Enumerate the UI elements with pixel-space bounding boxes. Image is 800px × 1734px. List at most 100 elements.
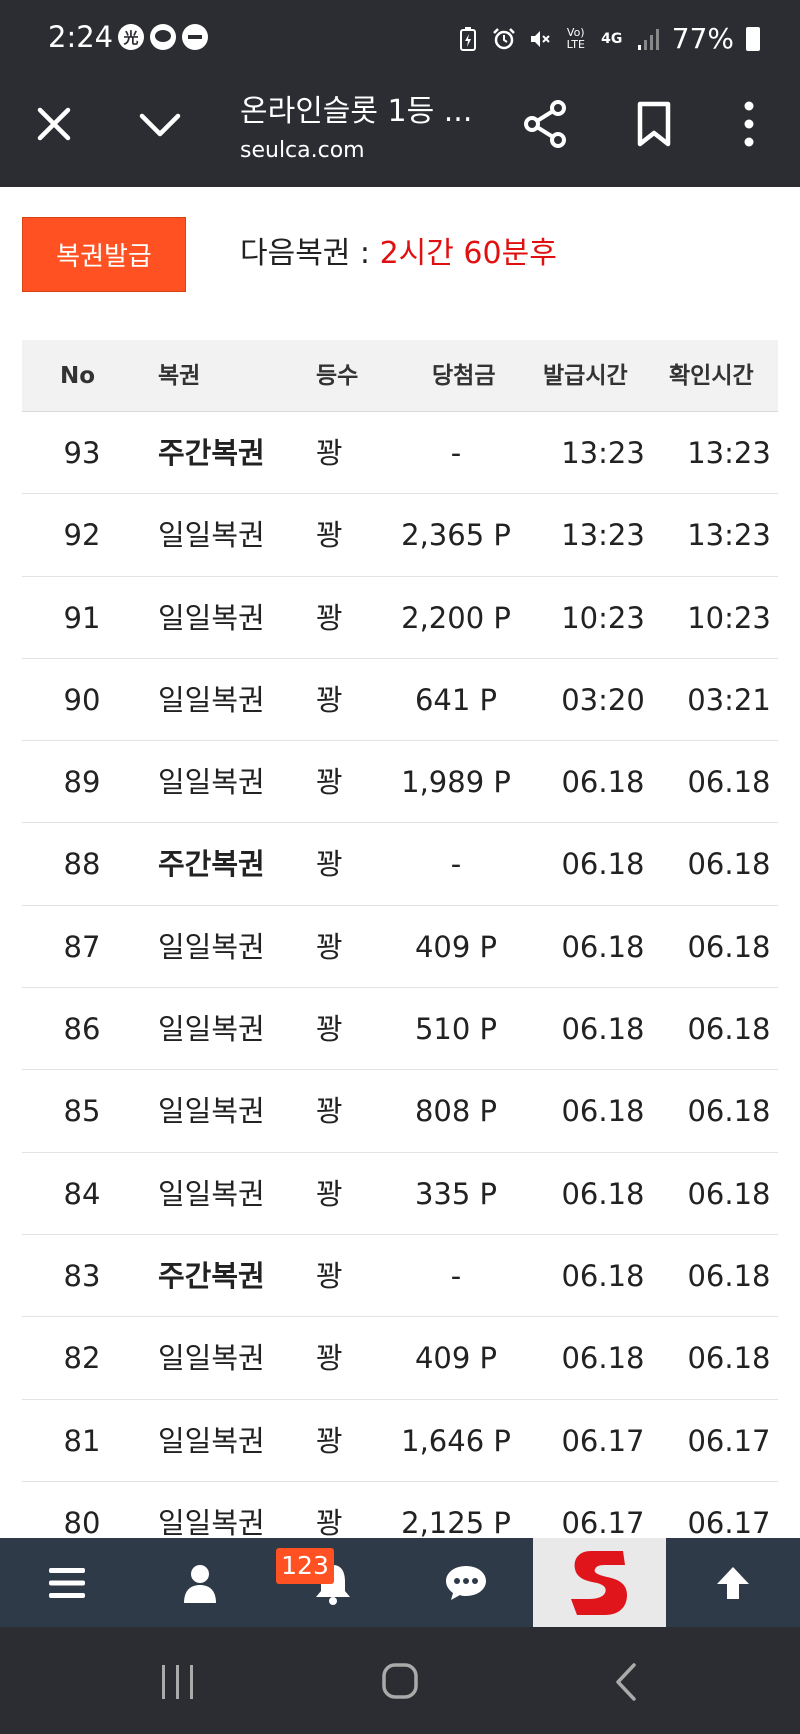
cell-issued-time: 06.18 bbox=[561, 765, 645, 800]
cell-lottery-type: 일일복권 bbox=[158, 929, 265, 964]
app-frame: 2:24 光 Vo) LTE 4G 77% 온라인슬롯 1등 ... seulc… bbox=[0, 0, 800, 1734]
cell-checked-time: 06.18 bbox=[687, 1176, 771, 1211]
notification-icons: 光 bbox=[118, 24, 208, 50]
close-button[interactable] bbox=[30, 100, 78, 148]
status-bar: 2:24 光 Vo) LTE 4G 77% bbox=[0, 0, 800, 76]
battery-percent: 77% bbox=[671, 22, 734, 55]
cell-issued-time: 06.18 bbox=[561, 1094, 645, 1129]
cell-prize: 641 P bbox=[414, 682, 498, 717]
home-button[interactable] bbox=[370, 1657, 430, 1707]
signal-icon bbox=[636, 26, 660, 52]
cell-rank: 꽝 bbox=[316, 1258, 343, 1293]
menu-button[interactable] bbox=[0, 1538, 133, 1627]
cell-lottery-type: 일일복권 bbox=[158, 1341, 265, 1376]
cell-prize: 409 P bbox=[414, 929, 498, 964]
table-row: 81 일일복권 꽝 1,646 P 06.17 06.17 bbox=[22, 1400, 778, 1482]
table-row: 92 일일복권 꽝 2,365 P 13:23 13:23 bbox=[22, 494, 778, 577]
cell-prize: - bbox=[450, 847, 462, 882]
cell-issued-time: 10:23 bbox=[561, 600, 645, 635]
cell-issued-time: 06.18 bbox=[561, 847, 645, 882]
battery-icon bbox=[746, 26, 760, 51]
notification-badge: 123 bbox=[276, 1548, 334, 1584]
cell-issued-time: 06.18 bbox=[561, 1176, 645, 1211]
cell-issued-time: 06.18 bbox=[561, 1012, 645, 1047]
system-icons: Vo) LTE 4G 77% bbox=[456, 22, 760, 55]
scroll-top-button[interactable] bbox=[666, 1538, 800, 1627]
cell-checked-time: 06.18 bbox=[687, 1094, 771, 1129]
cell-issued-time: 06.18 bbox=[561, 929, 645, 964]
system-nav bbox=[0, 1627, 800, 1734]
recent-apps-icon bbox=[162, 1665, 193, 1699]
cell-no: 91 bbox=[63, 600, 101, 635]
share-icon bbox=[524, 100, 566, 148]
cell-issued-time: 06.17 bbox=[561, 1423, 645, 1458]
cell-no: 90 bbox=[63, 682, 101, 717]
cell-checked-time: 06.18 bbox=[687, 1258, 771, 1293]
cell-issued-time: 06.18 bbox=[561, 1341, 645, 1376]
header-checked: 확인시간 bbox=[669, 363, 754, 389]
cell-checked-time: 06.18 bbox=[687, 765, 771, 800]
cell-checked-time: 13:23 bbox=[687, 518, 771, 553]
chevron-down-icon bbox=[139, 113, 181, 137]
header-prize: 당첨금 bbox=[432, 363, 496, 389]
more-options-button[interactable] bbox=[734, 98, 764, 150]
cell-lottery-type: 일일복권 bbox=[158, 1423, 265, 1458]
header-type: 복권 bbox=[158, 363, 201, 389]
cell-rank: 꽝 bbox=[316, 1176, 343, 1211]
table-row: 93 주간복권 꽝 - 13:23 13:23 bbox=[22, 412, 778, 495]
chat-button[interactable] bbox=[399, 1538, 532, 1627]
profile-button[interactable] bbox=[133, 1538, 266, 1627]
cell-no: 88 bbox=[63, 847, 101, 882]
cell-prize: - bbox=[450, 436, 462, 470]
cell-checked-time: 06.18 bbox=[687, 929, 771, 964]
table-row: 83 주간복권 꽝 - 06.18 06.18 bbox=[22, 1235, 778, 1318]
cell-rank: 꽝 bbox=[316, 1341, 343, 1376]
table-row: 91 일일복권 꽝 2,200 P 10:23 10:23 bbox=[22, 577, 778, 659]
cell-rank: 꽝 bbox=[316, 436, 343, 470]
volte-icon: Vo) LTE bbox=[566, 25, 585, 51]
cell-checked-time: 06.18 bbox=[687, 847, 771, 882]
cell-rank: 꽝 bbox=[316, 1094, 343, 1129]
battery-saver-icon bbox=[456, 26, 480, 52]
cell-rank: 꽝 bbox=[316, 1423, 343, 1458]
cell-lottery-type: 일일복권 bbox=[158, 518, 265, 553]
cell-lottery-type: 주간복권 bbox=[158, 1258, 265, 1293]
issue-lottery-button[interactable]: 복권발급 bbox=[22, 217, 186, 292]
minus-icon bbox=[182, 24, 208, 50]
home-icon bbox=[382, 1663, 418, 1699]
table-row: 88 주간복권 꽝 - 06.18 06.18 bbox=[22, 823, 778, 906]
cell-no: 84 bbox=[63, 1176, 101, 1211]
bookmark-icon bbox=[637, 101, 671, 147]
more-vertical-icon bbox=[744, 101, 754, 147]
cell-lottery-type: 주간복권 bbox=[158, 436, 265, 470]
cell-rank: 꽝 bbox=[316, 929, 343, 964]
4g-icon: 4G bbox=[601, 30, 623, 47]
cell-issued-time: 13:23 bbox=[561, 436, 645, 470]
recent-apps-button[interactable] bbox=[148, 1657, 208, 1707]
cell-lottery-type: 일일복권 bbox=[158, 1176, 265, 1211]
back-button[interactable] bbox=[596, 1657, 656, 1707]
cell-checked-time: 03:21 bbox=[687, 682, 771, 717]
status-time: 2:24 bbox=[48, 20, 114, 54]
cell-lottery-type: 일일복권 bbox=[158, 600, 265, 635]
collapse-button[interactable] bbox=[136, 102, 184, 150]
table-row: 86 일일복권 꽝 510 P 06.18 06.18 bbox=[22, 988, 778, 1071]
share-button[interactable] bbox=[520, 98, 572, 150]
alarm-icon bbox=[492, 26, 516, 52]
page-domain: seulca.com bbox=[240, 138, 365, 163]
table-row: 82 일일복권 꽝 409 P 06.18 06.18 bbox=[22, 1317, 778, 1400]
cell-lottery-type: 주간복권 bbox=[158, 847, 265, 882]
next-lottery-label: 다음복권 : bbox=[240, 236, 380, 271]
table-row: 84 일일복권 꽝 335 P 06.18 06.18 bbox=[22, 1153, 778, 1235]
site-logo-button[interactable] bbox=[533, 1538, 666, 1627]
cell-rank: 꽝 bbox=[316, 682, 343, 717]
cell-lottery-type: 일일복권 bbox=[158, 765, 265, 800]
cell-prize: 2,365 P bbox=[401, 518, 511, 553]
text-icon: 光 bbox=[118, 24, 144, 50]
bookmark-button[interactable] bbox=[632, 100, 676, 148]
user-icon bbox=[183, 1564, 216, 1603]
site-logo bbox=[570, 1550, 627, 1615]
cell-prize: 510 P bbox=[414, 1012, 498, 1047]
cell-checked-time: 06.17 bbox=[687, 1423, 771, 1458]
cell-prize: 1,989 P bbox=[401, 765, 511, 800]
